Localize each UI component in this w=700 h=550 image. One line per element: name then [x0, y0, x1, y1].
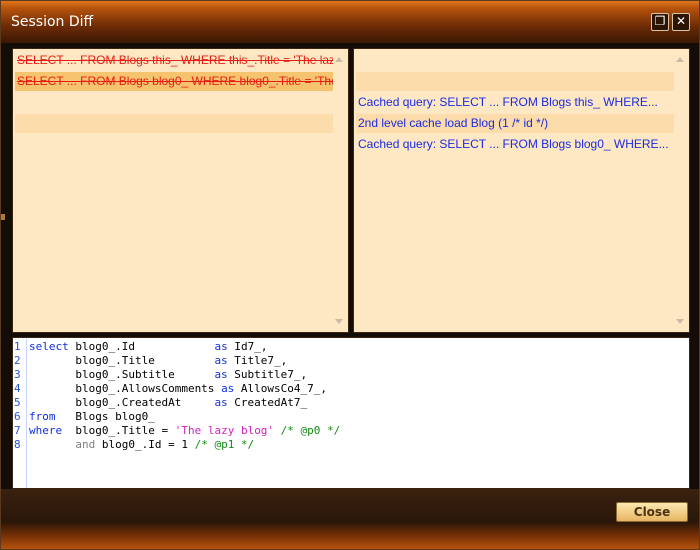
sql-token: as	[221, 382, 235, 395]
session-event-row[interactable]	[15, 93, 333, 112]
sql-token: blog0_.CreatedAt	[29, 396, 215, 409]
sql-line: blog0_.Subtitle as Subtitle7_,	[29, 368, 340, 382]
line-number: 7	[14, 424, 21, 437]
sql-token: as	[214, 340, 228, 353]
sql-line: blog0_.CreatedAt as CreatedAt7_	[29, 396, 340, 410]
window-title: Session Diff	[11, 14, 94, 30]
session-event-row[interactable]	[15, 114, 333, 133]
sql-line: select blog0_.Id as Id7_,	[29, 340, 340, 354]
bottom-bar	[1, 489, 699, 549]
line-number-gutter: 12345678	[13, 340, 27, 452]
session-event-text: Cached query: SELECT ... FROM Blogs blog…	[358, 137, 669, 151]
restore-button[interactable]: ❐	[651, 13, 669, 31]
left-session-pane[interactable]: SELECT ... FROM Blogs this_ WHERE this_.…	[12, 48, 349, 333]
sql-token: /* @p0 */	[274, 424, 341, 437]
sql-token: blog0_.Title =	[62, 424, 175, 437]
sql-token: select	[29, 340, 69, 353]
sql-token: Blogs blog0_	[55, 410, 155, 423]
session-event-text: Cached query: SELECT ... FROM Blogs this…	[358, 95, 658, 109]
right-scroll-up-icon[interactable]	[676, 57, 684, 62]
session-event-row[interactable]: 2nd level cache load Blog (1 /* id */)	[356, 114, 674, 133]
line-number: 6	[14, 410, 21, 423]
session-event-row[interactable]: Cached query: SELECT ... FROM Blogs this…	[356, 93, 674, 112]
sql-line: and blog0_.Id = 1 /* @p1 */	[29, 438, 340, 452]
sql-token: blog0_.AllowsComments	[29, 382, 222, 395]
close-icon: ✕	[675, 14, 687, 28]
sql-token: Subtitle7_,	[227, 368, 308, 381]
right-scroll-down-icon[interactable]	[676, 319, 684, 324]
session-event-text: 2nd level cache load Blog (1 /* id */)	[358, 116, 549, 130]
close-button[interactable]: Close	[616, 502, 688, 522]
session-event-row[interactable]: Cached query: SELECT ... FROM Blogs blog…	[356, 135, 674, 154]
title-bar[interactable]: Session Diff ❐ ✕	[1, 1, 699, 43]
sql-line: blog0_.AllowsComments as AllowsCo4_7_,	[29, 382, 340, 396]
sql-token: as	[214, 396, 228, 409]
line-number: 8	[14, 438, 21, 451]
sql-token: as	[214, 354, 228, 367]
line-number: 4	[14, 382, 21, 395]
close-window-button[interactable]: ✕	[672, 13, 690, 31]
sql-token: 'The lazy blog'	[174, 424, 275, 437]
sql-token: blog0_.Id	[68, 340, 215, 353]
session-event-row[interactable]: SELECT ... FROM Blogs blog0_ WHERE blog0…	[15, 72, 333, 91]
sql-line: blog0_.Title as Title7_,	[29, 354, 340, 368]
restore-icon: ❐	[654, 14, 666, 28]
session-event-row[interactable]	[356, 51, 674, 70]
sql-code: select blog0_.Id as Id7_, blog0_.Title a…	[29, 340, 340, 452]
left-edge-mark	[1, 214, 5, 220]
sql-token: CreatedAt7_	[227, 396, 308, 409]
sql-line: where blog0_.Title = 'The lazy blog' /* …	[29, 424, 340, 438]
sql-token: /* @p1 */	[194, 438, 255, 451]
sql-viewer[interactable]: 12345678 select blog0_.Id as Id7_, blog0…	[12, 337, 690, 489]
sql-line: from Blogs blog0_	[29, 410, 340, 424]
sql-token: blog0_.Subtitle	[29, 368, 215, 381]
sql-token: Title7_,	[227, 354, 288, 367]
sql-token: and	[75, 438, 96, 451]
sql-token: blog0_.Id = 1	[95, 438, 195, 451]
session-diff-window: Session Diff ❐ ✕ SELECT ... FROM Blogs t…	[0, 0, 700, 550]
session-event-row[interactable]: SELECT ... FROM Blogs this_ WHERE this_.…	[15, 51, 333, 70]
session-event-text: SELECT ... FROM Blogs this_ WHERE this_.…	[17, 53, 333, 67]
sql-token: as	[214, 368, 228, 381]
line-number: 3	[14, 368, 21, 381]
left-scroll-up-icon[interactable]	[335, 57, 343, 62]
line-number: 2	[14, 354, 21, 367]
sql-token: blog0_.Title	[29, 354, 215, 367]
sql-token: AllowsCo4_7_,	[234, 382, 328, 395]
right-session-pane[interactable]: Cached query: SELECT ... FROM Blogs this…	[353, 48, 690, 333]
left-scroll-down-icon[interactable]	[335, 319, 343, 324]
session-event-text: SELECT ... FROM Blogs blog0_ WHERE blog0…	[17, 74, 333, 88]
sql-token: where	[29, 424, 63, 437]
sql-token: from	[29, 410, 56, 423]
session-event-row[interactable]	[356, 72, 674, 91]
line-number: 1	[14, 340, 21, 353]
sql-token: Id7_,	[227, 340, 268, 353]
line-number: 5	[14, 396, 21, 409]
